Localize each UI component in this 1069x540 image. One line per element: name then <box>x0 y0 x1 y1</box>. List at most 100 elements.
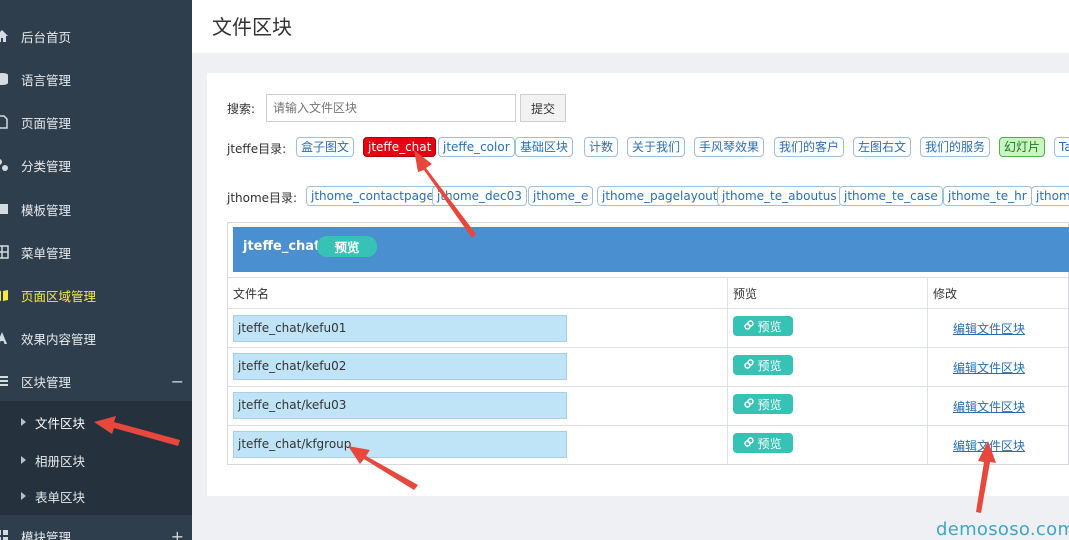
preview-button-label: 预览 <box>757 397 782 412</box>
jteffe-tag[interactable]: 计数 <box>584 137 619 157</box>
jthome-tag[interactable]: jthome_pagelayout <box>597 186 723 206</box>
preview-button-label: 预览 <box>757 358 782 373</box>
column-header-filename: 文件名 <box>233 287 270 301</box>
sidebar-item-label: 语言管理 <box>21 72 72 88</box>
preview-button-label: 预览 <box>757 319 782 334</box>
jthome-tag[interactable]: jthome <box>1031 186 1069 206</box>
jteffe-tag[interactable]: 基础区块 <box>515 137 574 157</box>
sidebar-item-label: 页面管理 <box>21 115 72 131</box>
edit-file-block-link[interactable]: 编辑文件区块 <box>953 398 1025 415</box>
divider <box>927 277 928 464</box>
database-icon <box>0 71 10 87</box>
sidebar-item-label: 后台首页 <box>21 29 72 45</box>
grid-icon <box>0 244 10 260</box>
expand-icon[interactable]: + <box>171 527 184 540</box>
caret-right-icon <box>21 492 26 500</box>
jthome-tag[interactable]: jthome_dec03 <box>432 186 527 206</box>
sidebar-item-home[interactable]: 后台首页 <box>0 15 192 57</box>
font-icon <box>0 330 10 346</box>
jteffe-tag[interactable]: 我们的客户 <box>774 137 845 157</box>
link-icon <box>744 319 755 333</box>
sidebar-item-label: 页面区域管理 <box>21 288 97 304</box>
search-input[interactable] <box>266 94 516 122</box>
jteffe-tag[interactable]: 我们的服务 <box>920 137 991 157</box>
sidebar-subitem-file-block[interactable]: 文件区块 <box>0 403 192 441</box>
preview-button[interactable]: 预览 <box>733 433 793 453</box>
column-header-preview: 预览 <box>733 287 758 301</box>
sidebar-item-modules[interactable]: 模块管理 + <box>0 515 192 540</box>
sidebar-item-category[interactable]: 分类管理 <box>0 144 192 186</box>
preview-all-button[interactable]: 预览 <box>317 236 377 257</box>
sidebar-item-label: 分类管理 <box>21 158 72 174</box>
filename-field[interactable]: jteffe_chat/kefu01 <box>233 315 567 342</box>
sidebar-subitem-label: 文件区块 <box>35 415 86 431</box>
preview-button[interactable]: 预览 <box>733 355 793 375</box>
page-title: 文件区块 <box>212 15 292 39</box>
jthome-tag[interactable]: jthome_te_hr <box>943 186 1032 206</box>
sidebar-item-label: 效果内容管理 <box>21 331 97 347</box>
book-icon <box>0 287 10 303</box>
watermark-text: demososo.com <box>936 519 1069 540</box>
jteffe-tag-active[interactable]: jteffe_chat <box>363 137 437 157</box>
jthome-tag[interactable]: jthome_contactpage <box>306 186 439 206</box>
caret-right-icon <box>21 418 26 426</box>
link-icon <box>744 358 755 372</box>
preview-button[interactable]: 预览 <box>733 394 793 414</box>
edit-file-block-link[interactable]: 编辑文件区块 <box>953 437 1025 454</box>
jteffe-tag[interactable]: 盒子图文 <box>296 137 355 157</box>
jteffe-tag[interactable]: 手风琴效果 <box>694 137 765 157</box>
collapse-icon[interactable]: − <box>171 372 184 391</box>
jteffe-tag[interactable]: Ta <box>1054 137 1069 157</box>
sidebar-subitem-label: 表单区块 <box>35 489 86 505</box>
edit-file-block-link[interactable]: 编辑文件区块 <box>953 359 1025 376</box>
caret-right-icon <box>21 456 26 464</box>
jteffe-tag-highlight[interactable]: 幻灯片 <box>999 137 1046 157</box>
link-icon <box>744 436 755 450</box>
sidebar-item-template[interactable]: 模板管理 <box>0 188 192 230</box>
submit-button[interactable]: 提交 <box>520 94 566 122</box>
search-label: 搜索: <box>227 102 256 116</box>
preview-button-label: 预览 <box>757 436 782 451</box>
template-icon <box>0 201 10 217</box>
home-icon <box>0 28 10 44</box>
jteffe-tag[interactable]: 左图右文 <box>853 137 912 157</box>
sidebar-subitem-album-block[interactable]: 相册区块 <box>0 441 192 479</box>
sidebar-item-language[interactable]: 语言管理 <box>0 58 192 100</box>
sidebar-item-pages[interactable]: 页面管理 <box>0 101 192 143</box>
sidebar-item-label: 区块管理 <box>21 374 72 390</box>
filename-field[interactable]: jteffe_chat/kefu02 <box>233 353 567 380</box>
sidebar-subitem-label: 相册区块 <box>35 453 86 469</box>
page-header: 文件区块 <box>192 0 1069 53</box>
column-header-edit: 修改 <box>933 287 958 301</box>
edit-file-block-link[interactable]: 编辑文件区块 <box>953 320 1025 337</box>
jthome-tag[interactable]: jthome_te_case <box>839 186 943 206</box>
preview-button[interactable]: 预览 <box>733 316 793 336</box>
sidebar-item-menu[interactable]: 菜单管理 <box>0 231 192 273</box>
sidebar-item-effects[interactable]: 效果内容管理 <box>0 317 192 359</box>
filename-field[interactable]: jteffe_chat/kfgroup <box>233 431 567 458</box>
jteffe-tag[interactable]: 关于我们 <box>627 137 686 157</box>
file-icon <box>0 114 10 130</box>
sidebar-item-label: 菜单管理 <box>21 245 72 261</box>
link-icon <box>744 397 755 411</box>
jthome-tag[interactable]: jthome_e <box>528 186 594 206</box>
sidebar-item-label: 模板管理 <box>21 202 72 218</box>
divider <box>727 277 728 464</box>
module-icon <box>0 528 10 540</box>
sidebar-item-page-region[interactable]: 页面区域管理 <box>0 274 192 316</box>
divider <box>228 425 1069 426</box>
jteffe-tag[interactable]: jteffe_color <box>438 137 515 157</box>
divider <box>228 347 1069 348</box>
divider <box>228 308 1069 309</box>
sidebar-submenu: 文件区块 相册区块 表单区块 <box>0 401 192 515</box>
list-icon <box>0 373 10 389</box>
sitemap-icon <box>0 157 10 173</box>
table-title: jteffe_chat <box>243 239 321 254</box>
sidebar-item-blocks[interactable]: 区块管理 − <box>0 360 192 402</box>
jthome-directory-label: jthome目录: <box>227 191 298 205</box>
divider <box>228 386 1069 387</box>
sidebar-item-label: 模块管理 <box>21 529 72 540</box>
filename-field[interactable]: jteffe_chat/kefu03 <box>233 392 567 419</box>
jthome-tag[interactable]: jthome_te_aboutus <box>717 186 842 206</box>
sidebar-subitem-form-block[interactable]: 表单区块 <box>0 477 192 515</box>
